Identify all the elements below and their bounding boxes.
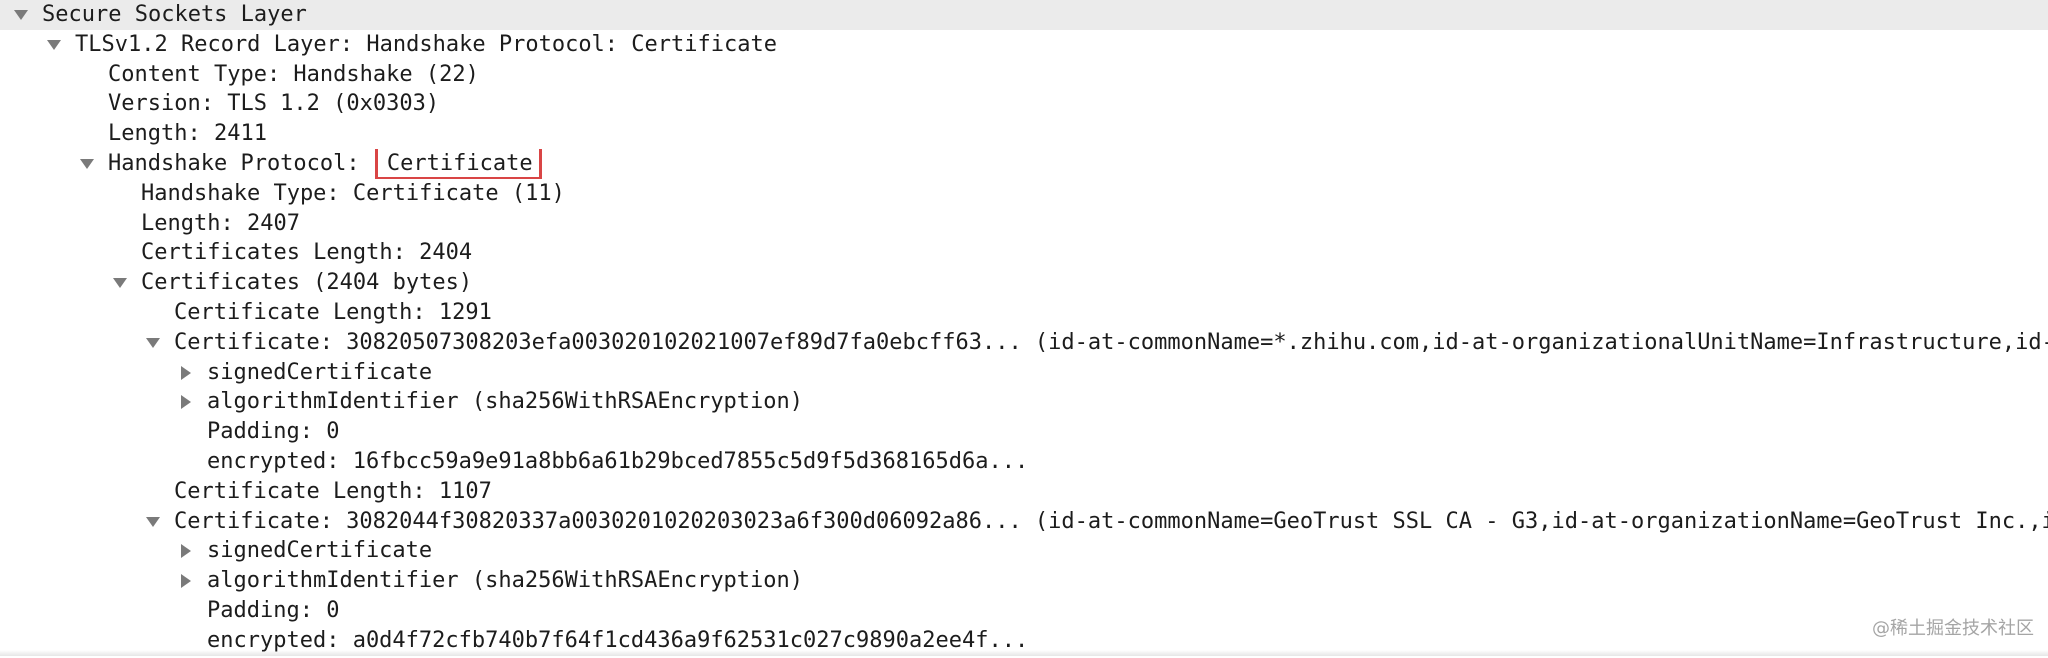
triangle-down-icon[interactable] (142, 328, 164, 358)
tree-row[interactable]: signedCertificate (0, 358, 2048, 388)
tree-row[interactable]: Length: 2407 (0, 209, 2048, 239)
tree-row[interactable]: Certificate: 30820507308203efa0030201020… (0, 328, 2048, 358)
triangle-right-icon[interactable] (175, 387, 197, 417)
tree-row-label: Handshake Type: Certificate (11) (141, 179, 565, 209)
tree-row[interactable]: algorithmIdentifier (sha256WithRSAEncryp… (0, 566, 2048, 596)
triangle-down-icon[interactable] (76, 149, 98, 179)
tree-row-label: Certificates Length: 2404 (141, 238, 472, 268)
tree-row[interactable]: Version: TLS 1.2 (0x0303) (0, 89, 2048, 119)
triangle-right-icon[interactable] (175, 358, 197, 388)
tree-row[interactable]: Padding: 0 (0, 596, 2048, 626)
tree-row-text: Certificate: 30820507308203efa0030201020… (174, 329, 2048, 355)
tree-row-text: Handshake Type: Certificate (11) (141, 180, 565, 206)
tree-row-text: Length: 2407 (141, 210, 300, 236)
tree-row[interactable]: encrypted: 16fbcc59a9e91a8bb6a61b29bced7… (0, 447, 2048, 477)
tree-row-label: encrypted: 16fbcc59a9e91a8bb6a61b29bced7… (207, 447, 1028, 477)
tree-row[interactable]: signedCertificate (0, 536, 2048, 566)
tree-row[interactable]: Padding: 0 (0, 417, 2048, 447)
tree-row-text: Certificates Length: 2404 (141, 240, 473, 266)
tree-row-label: Certificate: 3082044f30820337a0030201020… (174, 507, 2048, 537)
tree-row[interactable]: Certificate Length: 1291 (0, 298, 2048, 328)
tree-row-label: algorithmIdentifier (sha256WithRSAEncryp… (207, 387, 803, 417)
tree-row[interactable]: Content Type: Handshake (22) (0, 60, 2048, 90)
tree-row-text: Certificate Length: 1291 (174, 300, 492, 325)
tree-row-label: Length: 2407 (141, 209, 300, 239)
tree-row[interactable]: Certificate Length: 1107 (0, 477, 2048, 507)
highlighted-value-box: Certificate (374, 149, 542, 179)
watermark: @稀土掘金技术社区 (1872, 618, 2034, 639)
tree-row[interactable]: TLSv1.2 Record Layer: Handshake Protocol… (0, 30, 2048, 60)
tree-row-label: Padding: 0 (207, 596, 339, 626)
tree-row[interactable]: encrypted: a0d4f72cfb740b7f64f1cd436a9f6… (0, 625, 2048, 656)
tree-row-label: Certificates (2404 bytes) (141, 268, 472, 298)
tree-row-text: signedCertificate (207, 359, 433, 385)
tree-row-label: encrypted: a0d4f72cfb740b7f64f1cd436a9f6… (207, 626, 1028, 656)
tree-row-label: Handshake Protocol: Certificate (108, 149, 542, 179)
tree-row-text: Padding: 0 (207, 419, 340, 445)
triangle-down-icon[interactable] (109, 268, 131, 298)
tree-row[interactable]: Secure Sockets Layer (0, 0, 2048, 30)
tree-row-label: Certificate: 30820507308203efa0030201020… (174, 328, 2048, 358)
tree-row-label: Padding: 0 (207, 417, 339, 447)
tree-row-label: signedCertificate (207, 358, 432, 388)
triangle-down-icon[interactable] (43, 30, 65, 60)
tree-row-text: TLSv1.2 Record Layer: Handshake Protocol… (75, 31, 777, 57)
packet-details-tree: Secure Sockets Layer TLSv1.2 Record Layer… (0, 0, 2048, 658)
tree-row-text: algorithmIdentifier (sha256WithRSAEncryp… (207, 389, 804, 415)
tree-row-text: signedCertificate (207, 538, 433, 564)
triangle-right-icon[interactable] (175, 536, 197, 566)
tree-row[interactable]: Length: 2411 (0, 119, 2048, 149)
tree-row-label: Length: 2411 (108, 119, 267, 149)
tree-row-text: Secure Sockets Layer (42, 2, 307, 27)
tree-row-text: Content Type: Handshake (22) (108, 61, 479, 87)
tree-row-text: encrypted: 16fbcc59a9e91a8bb6a61b29bced7… (207, 449, 1029, 474)
tree-row[interactable]: algorithmIdentifier (sha256WithRSAEncryp… (0, 387, 2048, 417)
tree-row-text: Padding: 0 (207, 598, 340, 623)
tree-row-text: Certificate: 3082044f30820337a0030201020… (174, 508, 2048, 534)
tree-row[interactable]: Certificates Length: 2404 (0, 238, 2048, 268)
triangle-down-icon[interactable] (10, 0, 32, 30)
tree-row-text: Handshake Protocol: (108, 151, 373, 176)
triangle-right-icon[interactable] (175, 566, 197, 596)
tree-row-text: Version: TLS 1.2 (0x0303) (108, 91, 440, 117)
tree-row-label: Secure Sockets Layer (42, 0, 307, 30)
tree-row-label: algorithmIdentifier (sha256WithRSAEncryp… (207, 566, 803, 596)
tree-row[interactable]: Certificates (2404 bytes) (0, 268, 2048, 298)
tree-row-text: encrypted: a0d4f72cfb740b7f64f1cd436a9f6… (207, 627, 1029, 653)
tree-row[interactable]: Handshake Protocol: Certificate (0, 149, 2048, 179)
tree-row-text: Certificates (2404 bytes) (141, 270, 473, 296)
tree-row-text: Certificate Length: 1107 (174, 478, 492, 504)
tree-row-text: algorithmIdentifier (sha256WithRSAEncryp… (207, 568, 804, 594)
tree-row[interactable]: Handshake Type: Certificate (11) (0, 179, 2048, 209)
tree-row-text: Length: 2411 (108, 121, 267, 147)
triangle-down-icon[interactable] (142, 507, 164, 537)
tree-row-label: TLSv1.2 Record Layer: Handshake Protocol… (75, 30, 777, 60)
tree-row-label: Version: TLS 1.2 (0x0303) (108, 89, 439, 119)
tree-row-label: signedCertificate (207, 536, 432, 566)
tree-row[interactable]: Certificate: 3082044f30820337a0030201020… (0, 507, 2048, 537)
tree-row-label: Content Type: Handshake (22) (108, 60, 479, 90)
tree-row-label: Certificate Length: 1107 (174, 477, 492, 507)
tree-row-label: Certificate Length: 1291 (174, 298, 492, 328)
